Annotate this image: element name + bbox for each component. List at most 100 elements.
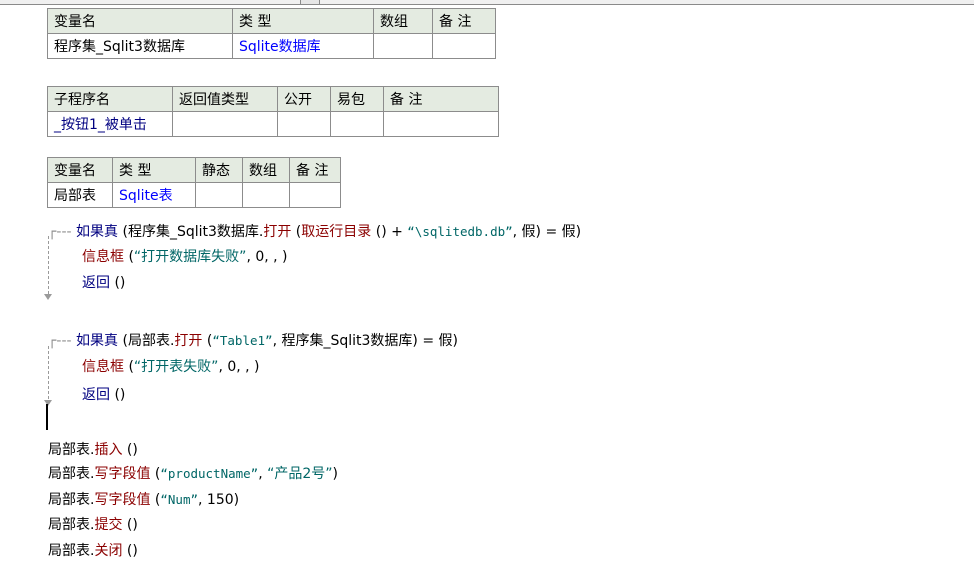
keyword: 如果真	[76, 224, 119, 240]
table-header-row: 变量名 类 型 静态 数组 备 注	[47, 157, 341, 183]
method-name: 插入	[94, 442, 123, 458]
return-type-cell[interactable]	[172, 111, 278, 137]
code-line-msgbox[interactable]: 信息框 (“打开数据库失败”, 0, , )	[82, 246, 288, 268]
code-text: (	[150, 466, 161, 482]
table-header-row: 子程序名 返回值类型 公开 易包 备 注	[47, 86, 499, 112]
string-literal: “productName”	[160, 466, 259, 481]
column-header: 类 型	[112, 157, 196, 183]
string-literal: “Table1”	[212, 333, 273, 348]
function-name: 取运行目录	[301, 224, 372, 240]
table-header-row: 变量名 类 型 数组 备 注	[47, 8, 496, 34]
string-literal: “打开表失败”	[133, 359, 219, 375]
string-literal: “产品2号”	[267, 466, 333, 482]
code-text: (局部表.	[118, 333, 175, 349]
code-text: (	[124, 359, 134, 375]
object-name: 局部表.	[48, 442, 95, 458]
code-line-if-open-table[interactable]: ┌--- 如果真 (局部表.打开 (“Table1”, 程序集_Sqlit3数据…	[48, 330, 458, 352]
array-cell[interactable]	[373, 33, 433, 59]
code-text: (	[124, 249, 134, 265]
column-header: 数组	[373, 8, 433, 34]
code-line-insert[interactable]: 局部表.插入 ()	[48, 439, 138, 461]
method-name: 写字段值	[94, 466, 151, 482]
function-name: 信息框	[82, 359, 124, 375]
keyword: 返回	[82, 387, 110, 403]
keyword: 如果真	[76, 333, 119, 349]
note-cell[interactable]	[289, 182, 341, 208]
flow-connector: ┌---	[48, 333, 77, 349]
string-literal: “打开数据库失败”	[133, 249, 247, 265]
flow-connector: ┌---	[48, 224, 77, 240]
column-header: 类 型	[232, 8, 374, 34]
array-cell[interactable]	[242, 182, 290, 208]
code-text: ()	[110, 275, 126, 291]
subroutine-table: 子程序名 返回值类型 公开 易包 备 注 _按钮1_被单击	[47, 86, 499, 137]
string-literal: “Num”	[160, 492, 199, 507]
code-text: (	[202, 333, 213, 349]
column-header: 备 注	[289, 157, 341, 183]
column-header: 备 注	[383, 86, 499, 112]
column-header: 备 注	[432, 8, 496, 34]
static-cell[interactable]	[195, 182, 243, 208]
text-cursor	[46, 404, 48, 430]
table-row: 程序集_Sqlit3数据库 Sqlite数据库	[47, 33, 496, 59]
code-line-msgbox[interactable]: 信息框 (“打开表失败”, 0, , )	[82, 356, 260, 378]
code-line-close[interactable]: 局部表.关闭 ()	[48, 540, 138, 562]
code-text: , 程序集_Sqlit3数据库) = 假)	[272, 333, 458, 349]
code-line-commit[interactable]: 局部表.提交 ()	[48, 514, 138, 536]
column-header: 公开	[277, 86, 331, 112]
public-cell[interactable]	[277, 111, 331, 137]
function-name: 信息框	[82, 249, 124, 265]
object-name: 局部表.	[48, 543, 95, 559]
code-text: () +	[371, 224, 408, 240]
variable-name-cell[interactable]: 程序集_Sqlit3数据库	[47, 33, 233, 59]
table-row: _按钮1_被单击	[47, 111, 499, 137]
method-name: 打开	[263, 224, 292, 240]
code-line-write-field-num[interactable]: 局部表.写字段值 (“Num”, 150)	[48, 489, 239, 511]
top-border	[0, 0, 974, 5]
code-line-return[interactable]: 返回 ()	[82, 272, 125, 294]
method-name: 打开	[174, 333, 203, 349]
table-row: 局部表 Sqlite表	[47, 182, 341, 208]
column-header: 变量名	[47, 157, 113, 183]
note-cell[interactable]	[432, 33, 496, 59]
keyword: 返回	[82, 275, 110, 291]
subroutine-name-cell[interactable]: _按钮1_被单击	[47, 111, 173, 137]
variable-type-cell[interactable]: Sqlite表	[112, 182, 196, 208]
top-scroll-thumb[interactable]	[300, 0, 320, 4]
local-variable-table: 变量名 类 型 静态 数组 备 注 局部表 Sqlite表	[47, 157, 341, 208]
variable-name-cell[interactable]: 局部表	[47, 182, 113, 208]
variable-type-cell[interactable]: Sqlite数据库	[232, 33, 374, 59]
method-name: 提交	[94, 517, 123, 533]
method-name: 关闭	[94, 543, 123, 559]
code-text: (程序集_Sqlit3数据库.	[118, 224, 264, 240]
column-header: 数组	[242, 157, 290, 183]
string-literal: “\sqlitedb.db”	[407, 224, 513, 239]
code-text: , 0, , )	[218, 359, 260, 375]
code-line-write-field-name[interactable]: 局部表.写字段值 (“productName”, “产品2号”)	[48, 463, 338, 485]
column-header: 子程序名	[47, 86, 173, 112]
column-header: 易包	[330, 86, 384, 112]
easy-pack-cell[interactable]	[330, 111, 384, 137]
assembly-variable-table: 变量名 类 型 数组 备 注 程序集_Sqlit3数据库 Sqlite数据库	[47, 8, 496, 59]
code-line-return[interactable]: 返回 ()	[82, 384, 125, 406]
code-text: ()	[122, 517, 138, 533]
code-text: ,	[258, 466, 268, 482]
code-text: )	[332, 466, 339, 482]
code-text: , 假) = 假)	[512, 224, 582, 240]
note-cell[interactable]	[383, 111, 499, 137]
editor-gutter	[0, 5, 28, 580]
code-text: , 0, , )	[246, 249, 288, 265]
method-name: 写字段值	[94, 492, 151, 508]
code-line-if-open-database[interactable]: ┌--- 如果真 (程序集_Sqlit3数据库.打开 (取运行目录 () + “…	[48, 221, 581, 243]
code-text: (	[150, 492, 161, 508]
object-name: 局部表.	[48, 492, 95, 508]
if-block-flow-line	[48, 236, 49, 294]
code-text: ()	[122, 442, 138, 458]
if-block-flow-line	[48, 346, 49, 404]
flow-arrow-icon	[44, 294, 52, 300]
object-name: 局部表.	[48, 466, 95, 482]
column-header: 返回值类型	[172, 86, 278, 112]
object-name: 局部表.	[48, 517, 95, 533]
code-text: ()	[122, 543, 138, 559]
code-text: , 150)	[198, 492, 240, 508]
